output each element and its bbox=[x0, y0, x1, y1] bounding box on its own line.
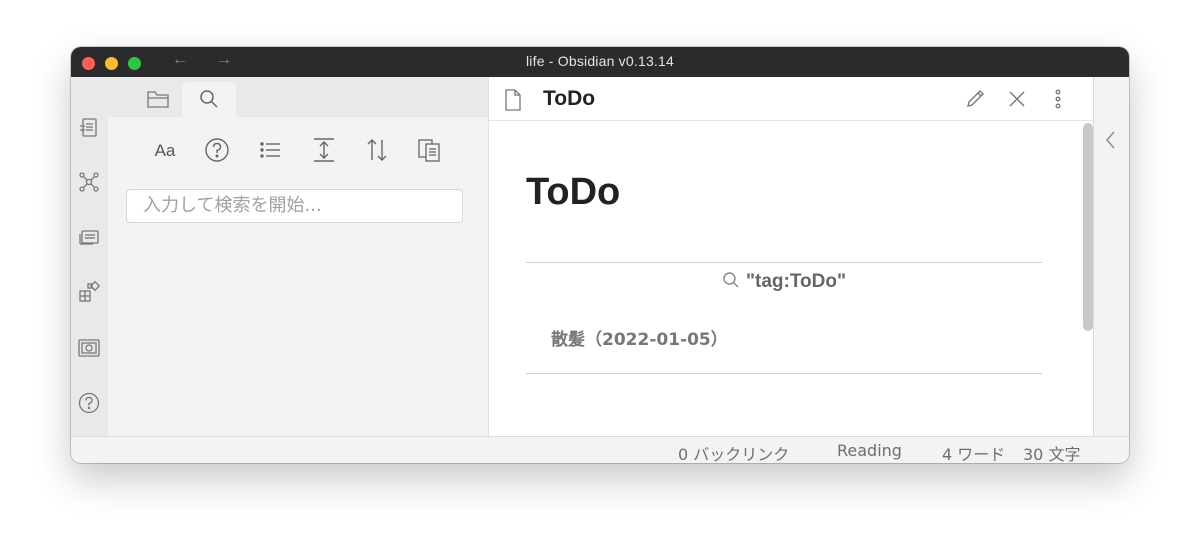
open-quick-switcher-icon[interactable] bbox=[78, 117, 100, 139]
folder-icon bbox=[147, 91, 169, 108]
document-title: ToDo bbox=[526, 171, 621, 213]
window-title: life - Obsidian v0.13.14 bbox=[526, 53, 674, 69]
backlinks-count[interactable]: 0 バックリンク bbox=[678, 441, 789, 463]
more-options-icon[interactable] bbox=[1047, 88, 1069, 110]
search-icon bbox=[200, 90, 218, 108]
search-icon bbox=[723, 272, 739, 288]
sort-icon[interactable] bbox=[364, 137, 392, 165]
divider bbox=[526, 373, 1042, 374]
sidebar-tab-bar bbox=[108, 77, 488, 117]
view-mode[interactable]: Reading bbox=[837, 441, 902, 460]
help-icon[interactable] bbox=[78, 392, 100, 414]
app-window: ← → life - Obsidian v0.13.14 Aa 入力して検索を開… bbox=[71, 47, 1129, 463]
editor-scrollbar[interactable] bbox=[1083, 123, 1093, 331]
edit-icon[interactable] bbox=[964, 88, 986, 110]
tab-file-explorer[interactable] bbox=[130, 82, 184, 117]
close-icon[interactable] bbox=[1006, 88, 1028, 110]
list-icon[interactable] bbox=[258, 137, 286, 165]
editor-pane: ToDo ToDo "tag:ToDo" 散髪（2022-01-05） bbox=[489, 77, 1093, 437]
start-recording-icon[interactable] bbox=[78, 337, 100, 359]
left-ribbon bbox=[71, 77, 109, 437]
note-title-header[interactable]: ToDo bbox=[543, 87, 595, 111]
copy-results-icon[interactable] bbox=[416, 137, 444, 165]
char-count: 30 文字 bbox=[1023, 445, 1081, 463]
query-text: "tag:ToDo" bbox=[746, 271, 846, 292]
search-input[interactable]: 入力して検索を開始... bbox=[126, 189, 463, 223]
divider bbox=[526, 262, 1042, 263]
open-slides-icon[interactable] bbox=[78, 226, 100, 248]
status-bar: 0 バックリンク Reading 4 ワード 30 文字 bbox=[71, 436, 1129, 463]
left-sidebar: Aa 入力して検索を開始... bbox=[108, 77, 489, 437]
editor-header: ToDo bbox=[489, 77, 1093, 121]
expand-icon[interactable] bbox=[311, 137, 339, 165]
help-icon[interactable] bbox=[204, 137, 232, 165]
query-result-item[interactable]: 散髪（2022-01-05） bbox=[551, 325, 728, 350]
graph-view-icon[interactable] bbox=[78, 171, 100, 193]
match-case-button[interactable]: Aa bbox=[151, 141, 179, 169]
right-ribbon bbox=[1093, 77, 1129, 437]
insert-template-icon[interactable] bbox=[78, 280, 101, 303]
tab-search[interactable] bbox=[182, 82, 236, 117]
chevron-left-icon[interactable] bbox=[1103, 129, 1119, 151]
file-icon bbox=[505, 89, 521, 111]
word-count: 4 ワード bbox=[942, 445, 1006, 463]
search-tools: Aa bbox=[108, 137, 488, 167]
title-bar: ← → life - Obsidian v0.13.14 bbox=[71, 47, 1129, 77]
embedded-query: "tag:ToDo" bbox=[526, 271, 1042, 293]
